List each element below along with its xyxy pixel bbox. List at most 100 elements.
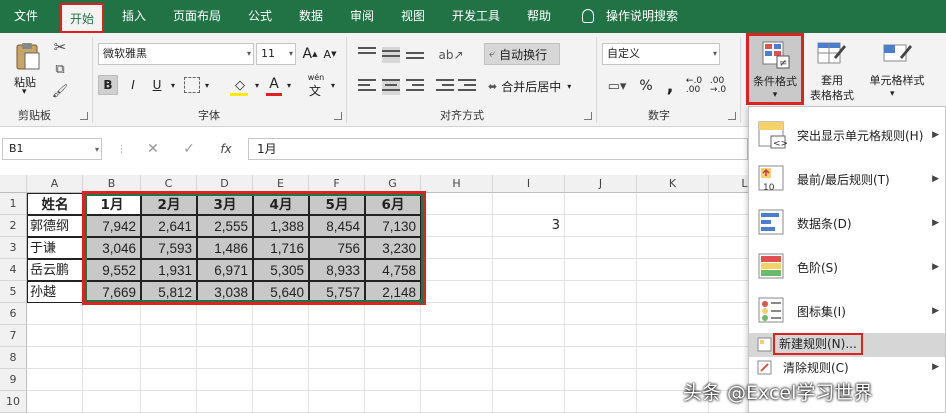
table-header-cell[interactable]: 6月 bbox=[365, 193, 421, 215]
fill-color-icon[interactable]: ◇ bbox=[230, 75, 250, 95]
menu-home[interactable]: 开始 bbox=[60, 3, 105, 33]
align-middle-icon[interactable] bbox=[382, 47, 400, 63]
table-cell[interactable]: 2,555 bbox=[197, 215, 253, 237]
number-launcher-icon[interactable] bbox=[728, 112, 736, 120]
table-cell[interactable]: 756 bbox=[309, 237, 365, 259]
table-cell[interactable]: 7,593 bbox=[141, 237, 197, 259]
font-color-icon[interactable]: A bbox=[266, 75, 282, 93]
table-cell[interactable]: 3,038 bbox=[197, 281, 253, 303]
decrease-decimal-icon[interactable]: .00 →.0 bbox=[708, 75, 728, 97]
table-cell[interactable]: 2,148 bbox=[365, 281, 421, 303]
menu-review[interactable]: 审阅 bbox=[350, 0, 374, 33]
table-cell[interactable]: 7,942 bbox=[83, 215, 141, 237]
table-cell[interactable]: 9,552 bbox=[83, 259, 141, 281]
table-cell[interactable]: 7,130 bbox=[365, 215, 421, 237]
menu-insert[interactable]: 插入 bbox=[122, 0, 146, 33]
orientation-icon[interactable]: ab↗ bbox=[436, 45, 466, 65]
table-header-cell[interactable]: 1月 bbox=[83, 193, 141, 215]
fill-color-dropdown[interactable]: ▾ bbox=[252, 75, 262, 95]
table-name-cell[interactable]: 孙越 bbox=[27, 281, 83, 303]
col-header[interactable]: C bbox=[141, 175, 197, 193]
table-cell[interactable]: 7,669 bbox=[83, 281, 141, 303]
italic-button[interactable]: I bbox=[124, 75, 142, 95]
table-cell[interactable]: 1,931 bbox=[141, 259, 197, 281]
cut-icon[interactable]: ✂ bbox=[50, 37, 70, 57]
table-cell[interactable]: 6,971 bbox=[197, 259, 253, 281]
row-header[interactable]: 10 bbox=[0, 391, 27, 413]
menu-page-layout[interactable]: 页面布局 bbox=[173, 0, 221, 33]
align-bottom-icon[interactable] bbox=[406, 47, 424, 63]
borders-dropdown[interactable]: ▾ bbox=[202, 75, 212, 95]
menu-file[interactable]: 文件 bbox=[14, 0, 38, 33]
confirm-entry-icon[interactable]: ✓ bbox=[180, 140, 198, 158]
align-right-icon[interactable] bbox=[406, 79, 424, 95]
table-name-cell[interactable]: 郭德纲 bbox=[27, 215, 83, 237]
table-cell[interactable]: 4,758 bbox=[365, 259, 421, 281]
bold-button[interactable]: B bbox=[98, 75, 118, 95]
shrink-font-icon[interactable]: A ▼ bbox=[322, 45, 338, 63]
conditional-format-button[interactable]: ≠ 条件格式 ▾ bbox=[746, 33, 804, 105]
menu-clear-rules[interactable]: 清除规则(C) ▶ bbox=[749, 357, 945, 379]
table-cell[interactable]: 5,640 bbox=[253, 281, 309, 303]
cancel-entry-icon[interactable]: ✕ bbox=[144, 140, 162, 158]
col-header[interactable]: A bbox=[27, 175, 83, 193]
table-cell[interactable]: 8,454 bbox=[309, 215, 365, 237]
increase-indent-icon[interactable] bbox=[458, 79, 476, 95]
align-top-icon[interactable] bbox=[358, 47, 376, 63]
font-size-combo[interactable]: 11 ▾ bbox=[256, 43, 296, 65]
align-center-icon[interactable] bbox=[382, 79, 400, 95]
table-header-cell[interactable]: 3月 bbox=[197, 193, 253, 215]
phonetic-dropdown[interactable]: ▾ bbox=[328, 75, 338, 95]
formula-input[interactable]: 1月 bbox=[248, 138, 748, 160]
table-cell[interactable]: 5,757 bbox=[309, 281, 365, 303]
table-header-cell[interactable]: 4月 bbox=[253, 193, 309, 215]
row-header[interactable]: 8 bbox=[0, 347, 27, 369]
col-header[interactable]: G bbox=[365, 175, 421, 193]
menu-color-scales[interactable]: 色阶(S) ▶ bbox=[749, 245, 945, 289]
table-cell[interactable]: 3,046 bbox=[83, 237, 141, 259]
table-cell[interactable]: 3,230 bbox=[365, 237, 421, 259]
name-box-dropdown[interactable]: ▾ bbox=[92, 142, 102, 156]
row-header[interactable]: 9 bbox=[0, 369, 27, 391]
select-all-corner[interactable] bbox=[0, 175, 27, 193]
table-name-cell[interactable]: 岳云鹏 bbox=[27, 259, 83, 281]
table-cell[interactable]: 1,388 bbox=[253, 215, 309, 237]
cell-i2[interactable]: 3 bbox=[493, 215, 565, 237]
col-header[interactable]: F bbox=[309, 175, 365, 193]
table-cell[interactable]: 1,716 bbox=[253, 237, 309, 259]
alignment-launcher-icon[interactable] bbox=[584, 112, 592, 120]
col-header[interactable]: E bbox=[253, 175, 309, 193]
menu-help[interactable]: 帮助 bbox=[527, 0, 551, 33]
row-header[interactable]: 6 bbox=[0, 303, 27, 325]
col-header[interactable]: I bbox=[493, 175, 565, 193]
font-color-dropdown[interactable]: ▾ bbox=[284, 75, 294, 95]
row-header[interactable]: 2 bbox=[0, 215, 27, 237]
table-cell[interactable]: 1,486 bbox=[197, 237, 253, 259]
menu-highlight-rules[interactable]: <> 突出显示单元格规则(H) ▶ bbox=[749, 113, 945, 157]
table-cell[interactable]: 5,305 bbox=[253, 259, 309, 281]
table-header-cell[interactable]: 5月 bbox=[309, 193, 365, 215]
copy-icon[interactable]: ⧉ bbox=[50, 59, 70, 79]
cell-styles-icon[interactable] bbox=[880, 39, 912, 69]
accounting-format-icon[interactable]: ▭▾ bbox=[604, 75, 630, 97]
paste-icon[interactable] bbox=[12, 41, 44, 73]
underline-dropdown[interactable]: ▾ bbox=[168, 75, 178, 95]
fill-handle[interactable] bbox=[419, 299, 424, 304]
format-painter-icon[interactable]: 🖌 bbox=[50, 81, 70, 101]
table-cell[interactable]: 2,641 bbox=[141, 215, 197, 237]
col-header[interactable]: J bbox=[565, 175, 637, 193]
menu-top-bottom-rules[interactable]: 10 最前/最后规则(T) ▶ bbox=[749, 157, 945, 201]
table-cell[interactable]: 8,933 bbox=[309, 259, 365, 281]
grow-font-icon[interactable]: A ▲ bbox=[302, 45, 318, 63]
menu-new-rule[interactable]: 新建规则(N)... bbox=[749, 333, 945, 357]
col-header[interactable]: D bbox=[197, 175, 253, 193]
insert-function-icon[interactable]: fx bbox=[214, 140, 238, 158]
underline-button[interactable]: U bbox=[148, 75, 166, 95]
name-box[interactable]: B1 bbox=[2, 138, 102, 160]
format-as-table-icon[interactable] bbox=[814, 39, 846, 69]
col-header[interactable]: K bbox=[637, 175, 709, 193]
menu-view[interactable]: 视图 bbox=[401, 0, 425, 33]
number-format-combo[interactable]: 自定义 ▾ bbox=[602, 43, 720, 65]
menu-developer[interactable]: 开发工具 bbox=[452, 0, 500, 33]
clipboard-launcher-icon[interactable] bbox=[80, 112, 88, 120]
